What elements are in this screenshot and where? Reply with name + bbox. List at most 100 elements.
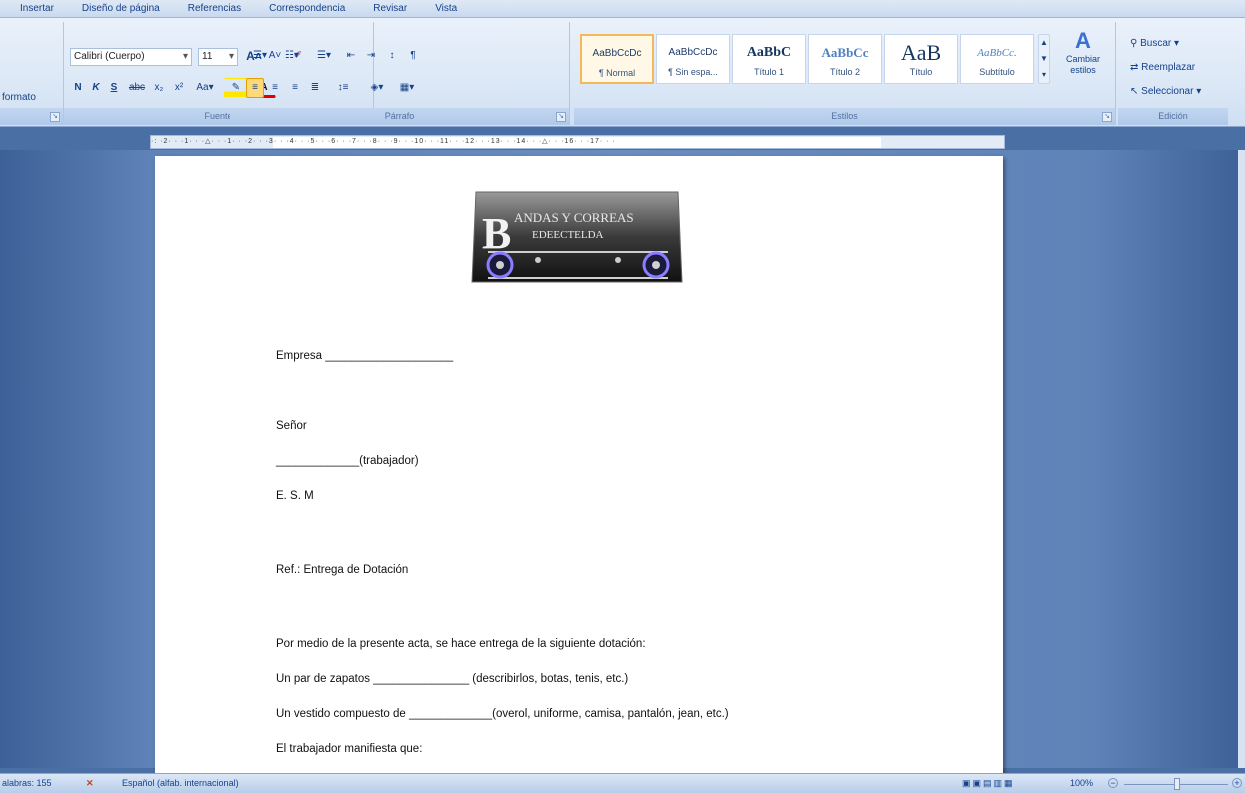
line-spacing-icon[interactable]: ↕≡ bbox=[330, 78, 356, 98]
style-name: Título 2 bbox=[829, 67, 860, 77]
styles-scroll-icon[interactable]: ▲ ▼ ▾ bbox=[1038, 34, 1050, 84]
increase-indent-icon[interactable]: ⇥ bbox=[362, 46, 380, 66]
replace-button[interactable]: ⇄ Reemplazar bbox=[1130, 62, 1195, 73]
ribbon-tabs: Insertar Diseño de página Referencias Co… bbox=[0, 0, 1245, 18]
editing-group: ⚲ Buscar ▾ ⇄ Reemplazar ↖ Seleccionar ▾ … bbox=[1118, 22, 1228, 125]
company-logo: B ANDAS Y CORREAS EDEECTELDA bbox=[471, 191, 683, 283]
style-sin-espaciado[interactable]: AaBbCcDc ¶ Sin espa... bbox=[656, 34, 730, 84]
font-size-value: 11 bbox=[202, 51, 213, 62]
doc-line-zapatos[interactable]: Un par de zapatos _______________ (descr… bbox=[276, 673, 628, 685]
binoculars-icon: ⚲ bbox=[1130, 38, 1141, 49]
font-name-value: Calibri (Cuerpo) bbox=[74, 51, 145, 62]
zoom-out-icon[interactable]: − bbox=[1108, 778, 1118, 788]
clipboard-launcher-icon[interactable]: ↘ bbox=[50, 112, 60, 122]
change-styles-button[interactable]: A Cambiar estilos bbox=[1056, 28, 1110, 76]
paragraph-group: ☰▾ ☷▾ ☰▾ ⇤ ⇥ ↕ ¶ ≡ ≡ ≡ ≣ ↕≡ ◈▾ ▦▾ Párraf… bbox=[230, 22, 570, 125]
select-label: Seleccionar bbox=[1141, 86, 1194, 97]
status-bar: alabras: 155 ✕ Español (alfab. internaci… bbox=[0, 773, 1245, 793]
style-sample: AaBbCc bbox=[821, 45, 869, 60]
styles-group: AaBbCcDc ¶ Normal AaBbCcDc ¶ Sin espa... A… bbox=[574, 22, 1116, 125]
clipboard-group-fragment: formato ↘ bbox=[0, 22, 64, 125]
zoom-level[interactable]: 100% bbox=[1070, 774, 1093, 793]
editing-group-label: Edición bbox=[1118, 108, 1228, 125]
shading-icon[interactable]: ◈▾ bbox=[364, 78, 390, 98]
tab-referencias[interactable]: Referencias bbox=[174, 0, 255, 18]
vertical-scrollbar[interactable] bbox=[1238, 150, 1245, 768]
find-label: Buscar bbox=[1140, 38, 1172, 49]
view-buttons-icon[interactable]: ▣▣▤▥▦ bbox=[962, 774, 1015, 793]
style-titulo[interactable]: AaB Título bbox=[884, 34, 958, 84]
zoom-in-icon[interactable]: + bbox=[1232, 778, 1242, 788]
style-sample: AaBbCc. bbox=[977, 47, 1017, 59]
multilevel-list-icon[interactable]: ☰▾ bbox=[310, 46, 338, 66]
subscript-icon[interactable]: x₂ bbox=[150, 78, 168, 98]
paragraph-launcher-icon[interactable]: ↘ bbox=[556, 112, 566, 122]
doc-line-por-medio[interactable]: Por medio de la presente acta, se hace e… bbox=[276, 638, 646, 650]
tab-vista[interactable]: Vista bbox=[421, 0, 471, 18]
proofing-icon[interactable]: ✕ bbox=[86, 774, 94, 793]
align-center-icon[interactable]: ≡ bbox=[266, 78, 284, 98]
doc-line-esm[interactable]: E. S. M bbox=[276, 490, 314, 502]
logo-text-bottom: EDEECTELDA bbox=[532, 229, 604, 241]
style-sample: AaBbCcDc bbox=[592, 48, 642, 59]
styles-group-label: Estilos bbox=[574, 108, 1115, 125]
style-name: Título bbox=[909, 67, 933, 77]
change-styles-icon: A bbox=[1075, 28, 1091, 53]
word-count[interactable]: alabras: 155 bbox=[2, 774, 52, 793]
change-case-icon[interactable]: Aa▾ bbox=[192, 78, 218, 98]
svg-text:B: B bbox=[482, 209, 511, 258]
document-workspace: B ANDAS Y CORREAS EDEECTELDA Empresa ___… bbox=[0, 150, 1245, 776]
change-styles-label: Cambiar estilos bbox=[1065, 54, 1100, 75]
style-sample: AaBbC bbox=[746, 45, 792, 60]
doc-line-vestido[interactable]: Un vestido compuesto de _____________(ov… bbox=[276, 708, 729, 720]
tab-insertar[interactable]: Insertar bbox=[0, 0, 68, 18]
language-indicator[interactable]: Español (alfab. internacional) bbox=[122, 774, 239, 793]
underline-icon[interactable]: S bbox=[106, 78, 122, 98]
tab-revisar[interactable]: Revisar bbox=[359, 0, 421, 18]
style-sample: AaB bbox=[900, 42, 942, 64]
style-normal[interactable]: AaBbCcDc ¶ Normal bbox=[580, 34, 654, 84]
styles-launcher-icon[interactable]: ↘ bbox=[1102, 112, 1112, 122]
tab-correspondencia[interactable]: Correspondencia bbox=[255, 0, 359, 18]
zoom-slider-thumb[interactable] bbox=[1174, 778, 1180, 790]
superscript-icon[interactable]: x² bbox=[170, 78, 188, 98]
doc-line-manifiesta[interactable]: El trabajador manifiesta que: bbox=[276, 743, 422, 755]
doc-line-trabajador[interactable]: _____________(trabajador) bbox=[276, 455, 419, 467]
replace-icon: ⇄ bbox=[1130, 62, 1142, 73]
doc-line-senor[interactable]: Señor bbox=[276, 420, 307, 432]
bold-icon[interactable]: N bbox=[70, 78, 86, 98]
italic-icon[interactable]: K bbox=[88, 78, 104, 98]
doc-line-empresa[interactable]: Empresa ____________________ bbox=[276, 350, 453, 362]
sort-icon[interactable]: ↕ bbox=[382, 46, 402, 66]
format-painter-label[interactable]: formato bbox=[2, 92, 36, 103]
justify-icon[interactable]: ≣ bbox=[306, 78, 324, 98]
decrease-indent-icon[interactable]: ⇤ bbox=[342, 46, 360, 66]
ribbon: formato ↘ Calibri (Cuerpo) ▾ 11 ▾ A˄ A˅ ✐ … bbox=[0, 18, 1245, 127]
find-button[interactable]: ⚲ Buscar ▾ bbox=[1130, 38, 1179, 49]
style-name: Subtítulo bbox=[979, 67, 1015, 77]
borders-icon[interactable]: ▦▾ bbox=[394, 78, 420, 98]
cursor-icon: ↖ bbox=[1130, 86, 1142, 97]
numbering-icon[interactable]: ☷▾ bbox=[278, 46, 306, 66]
bullets-icon[interactable]: ☰▾ bbox=[246, 46, 274, 66]
select-button[interactable]: ↖ Seleccionar ▾ bbox=[1130, 86, 1201, 97]
style-sample: AaBbCcDc bbox=[668, 47, 718, 58]
logo-text-top: ANDAS Y CORREAS bbox=[514, 210, 634, 225]
ruler-ticks: ·: ·2· · ·1· · ·△· · ·1· · ·2· · ·3· · ·… bbox=[151, 138, 616, 145]
doc-line-ref[interactable]: Ref.: Entrega de Dotación bbox=[276, 564, 408, 576]
font-name-combo[interactable]: Calibri (Cuerpo) ▾ bbox=[70, 48, 192, 66]
style-titulo-2[interactable]: AaBbCc Título 2 bbox=[808, 34, 882, 84]
style-titulo-1[interactable]: AaBbC Título 1 bbox=[732, 34, 806, 84]
style-subtitulo[interactable]: AaBbCc. Subtítulo bbox=[960, 34, 1034, 84]
horizontal-ruler[interactable]: ·: ·2· · ·1· · ·△· · ·1· · ·2· · ·3· · ·… bbox=[150, 135, 1005, 149]
show-marks-icon[interactable]: ¶ bbox=[404, 46, 422, 66]
align-right-icon[interactable]: ≡ bbox=[286, 78, 304, 98]
strikethrough-icon[interactable]: abc bbox=[126, 78, 148, 98]
paragraph-group-label: Párrafo bbox=[230, 108, 569, 125]
align-left-icon[interactable]: ≡ bbox=[246, 78, 264, 98]
replace-label: Reemplazar bbox=[1141, 62, 1196, 73]
style-name: Título 1 bbox=[753, 67, 784, 77]
document-page[interactable]: B ANDAS Y CORREAS EDEECTELDA Empresa ___… bbox=[155, 156, 1003, 776]
tab-diseno-pagina[interactable]: Diseño de página bbox=[68, 0, 174, 18]
style-name: ¶ Sin espa... bbox=[668, 67, 718, 77]
